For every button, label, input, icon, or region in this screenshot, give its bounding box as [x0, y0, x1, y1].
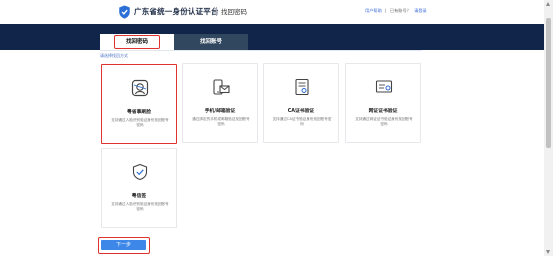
card-title: 粤信签 [131, 194, 147, 199]
vertical-scrollbar[interactable] [544, 0, 553, 256]
card-description: 支持通过人脸识别验证身份找回账号密码 [111, 118, 169, 127]
face-recognition-icon [131, 79, 149, 97]
network-certificate-icon [375, 80, 393, 93]
title-divider [216, 7, 217, 16]
method-hint: 请选择找回方式 [100, 53, 128, 58]
site-title: 广东省统一身份认证平台 [134, 7, 219, 16]
ca-certificate-icon [295, 78, 309, 96]
card-title: 粤省事刷脸 [127, 110, 151, 115]
tab-find-account[interactable]: 找回账号 [174, 34, 248, 50]
method-card-face[interactable]: 粤省事刷脸 支持通过人脸识别验证身份找回账号密码 [101, 64, 177, 144]
method-card-network-cert[interactable]: 网证证书验证 支持通过网证证书验证身份找回账号密码 [345, 63, 421, 143]
method-card-yuexinqian[interactable]: 粤信签 支持通过人脸识别验证身份找回账号密码 [101, 148, 177, 228]
card-description: 支持通过人脸识别验证身份找回账号密码 [111, 202, 169, 211]
content-divider [100, 50, 422, 51]
next-button[interactable]: 下一步 [101, 240, 146, 250]
top-links: 用户帮助 | 已有账号？ 请登录 [365, 8, 429, 14]
has-account-text: 已有账号？ [389, 8, 411, 13]
top-bar: 广东省统一身份认证平台 找回密码 用户帮助 | 已有账号？ 请登录 [0, 0, 553, 24]
shield-logo-icon [119, 5, 130, 19]
header-banner [0, 24, 553, 50]
next-button-highlight: 下一步 [98, 237, 150, 254]
phone-email-icon [213, 79, 230, 95]
card-description: 支持通过CA证书验证身份找回账号密码 [272, 117, 332, 126]
shield-check-icon [132, 163, 148, 181]
login-link[interactable]: 请登录 [414, 8, 427, 13]
card-description: 通过绑定的手机或邮箱验证找回账号密码 [192, 117, 250, 126]
user-help-link[interactable]: 用户帮助 [365, 8, 382, 13]
method-card-phone-email[interactable]: 手机/邮箱验证 通过绑定的手机或邮箱验证找回账号密码 [182, 63, 258, 143]
scroll-thumb[interactable] [546, 18, 551, 148]
method-card-ca[interactable]: CA证书验证 支持通过CA证书验证身份找回账号密码 [263, 63, 339, 143]
page-subtitle: 找回密码 [221, 8, 247, 16]
scroll-up-arrow-icon[interactable] [546, 2, 550, 6]
scroll-down-arrow-icon[interactable] [546, 250, 550, 254]
card-title: 网证证书验证 [368, 109, 398, 114]
tab-highlight-box [114, 35, 160, 49]
card-title: CA证书验证 [287, 109, 315, 114]
card-title: 手机/邮箱验证 [204, 109, 236, 114]
card-description: 支持通过网证证书验证身份找回账号密码 [355, 117, 413, 126]
link-divider: | [385, 8, 387, 13]
